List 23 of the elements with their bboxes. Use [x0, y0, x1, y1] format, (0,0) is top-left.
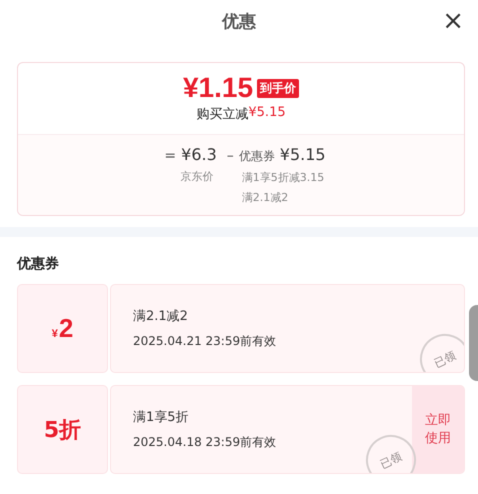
coupon-amount: ¥5.15	[280, 145, 326, 164]
coupon-condition: 满1享5折	[133, 409, 190, 426]
section-title: 优惠券	[17, 255, 60, 273]
equals-sign: =	[164, 148, 176, 164]
base-price: ¥6.3	[181, 145, 217, 164]
coupon-detail: 满2.1减2	[242, 191, 288, 205]
final-price: ¥1.15	[182, 71, 254, 105]
sheet-title: 优惠	[222, 10, 256, 32]
saving-amount: ¥5.15	[248, 105, 286, 122]
final-price-tag: 到手价	[257, 78, 300, 98]
coupon-detail: 满1享5折减3.15	[242, 171, 324, 185]
coupon-validity: 2025.04.21 23:59前有效	[133, 333, 278, 350]
use-now-button[interactable]: 立即使用	[412, 386, 464, 473]
side-handle[interactable]	[469, 305, 478, 381]
saving-label: 购买立减	[196, 106, 248, 123]
minus-sign: –	[226, 148, 234, 164]
coupon-condition: 满2.1减2	[133, 308, 189, 325]
coupon-value: 5折	[44, 416, 82, 444]
close-button[interactable]: ×	[440, 8, 466, 34]
coupon-validity: 2025.04.18 23:59前有效	[133, 434, 278, 451]
coupon-value: ¥2	[52, 313, 74, 344]
coupon-label: 优惠券	[238, 148, 275, 165]
base-price-label: 京东价	[180, 170, 214, 184]
